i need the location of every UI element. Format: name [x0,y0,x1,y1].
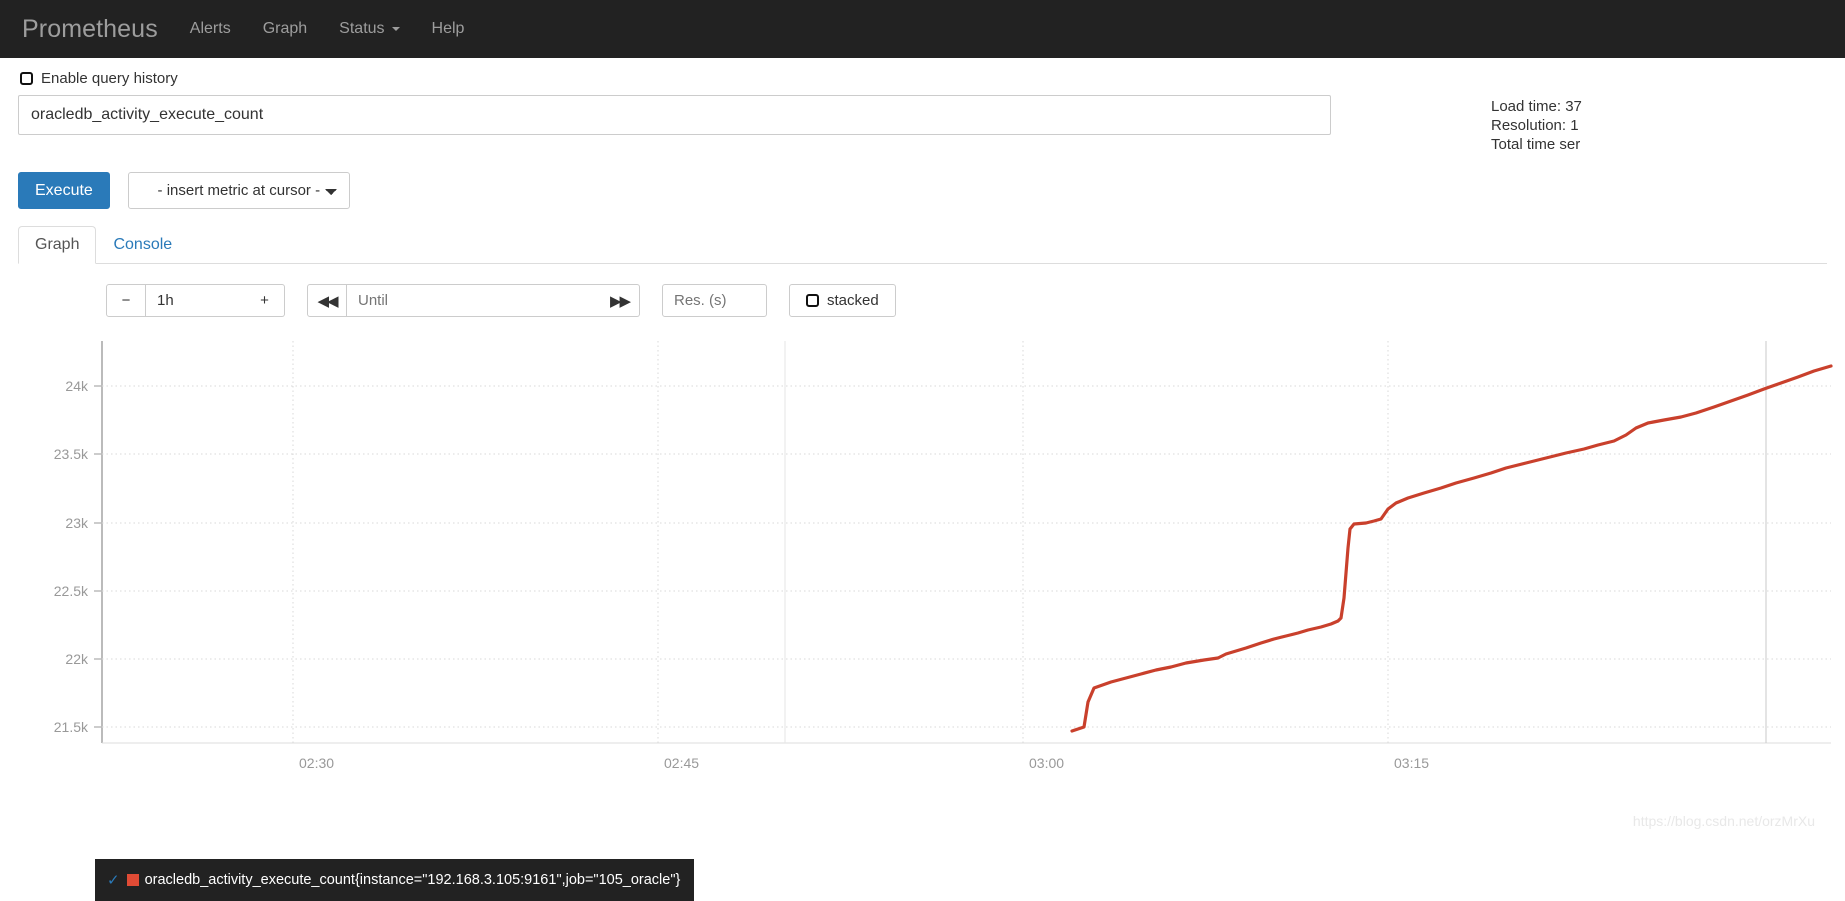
decrease-range-button[interactable]: − [106,284,146,317]
x-tick-label: 02:30 [299,755,334,771]
until-group: ◀◀ ▶▶ [307,284,640,317]
watermark-text: https://blog.csdn.net/orzMrXu [1632,813,1815,829]
nav-link-help[interactable]: Help [416,20,481,38]
tab-console[interactable]: Console [96,226,189,264]
query-stats: Load time: 37 Resolution: 1 Total time s… [1491,95,1582,154]
resolution-text: Resolution: 1 [1491,117,1579,134]
insert-metric-select[interactable]: - insert metric at cursor - [127,172,350,209]
y-tick-label: 23.5k [54,446,89,462]
tab-bar: Graph Console [18,226,1827,264]
legend-check-icon[interactable]: ✓ [107,871,120,889]
nav-link-status[interactable]: Status [323,20,415,38]
stacked-label: stacked [827,292,879,309]
legend[interactable]: ✓ oracledb_activity_execute_count{instan… [95,859,695,901]
legend-series-label: oracledb_activity_execute_count{instance… [144,872,681,888]
y-tick-label: 22k [65,651,89,667]
y-tick-label: 21.5k [54,719,89,735]
increase-range-button[interactable]: + [245,284,285,317]
enable-query-history-row[interactable]: Enable query history [18,58,1827,95]
query-expression-input[interactable] [18,95,1331,135]
series-line [1070,364,1833,733]
resolution-input[interactable] [662,284,767,317]
nav-link-help-label: Help [431,20,465,37]
load-time-text: Load time: 37 [1491,98,1582,115]
stacked-checkbox-icon[interactable] [806,294,819,307]
total-time-series-text: Total time ser [1491,136,1581,153]
y-tick-label: 23k [65,515,89,531]
brand-link[interactable]: Prometheus [18,16,174,42]
until-input[interactable] [347,284,600,317]
y-tick-label: 24k [65,378,89,394]
nav-link-graph-label: Graph [262,20,308,37]
x-axis-labels: 02:30 02:45 03:00 03:15 [299,755,1429,771]
nav-link-status-label: Status [339,20,385,37]
tab-graph[interactable]: Graph [18,226,97,264]
page-content: Enable query history Load time: 37 Resol… [0,58,1845,829]
stacked-toggle[interactable]: stacked [789,284,896,317]
nav-link-graph[interactable]: Graph [247,20,323,38]
enable-query-history-label: Enable query history [41,70,178,87]
checkbox-icon[interactable] [20,72,33,85]
execute-row: Execute - insert metric at cursor - [18,172,1827,209]
x-tick-label: 03:00 [1029,755,1064,771]
range-input[interactable] [146,284,245,317]
horizontal-gridlines [102,385,1831,728]
vertical-gridlines [292,341,1767,743]
nav-links: Alerts Graph Status Help [174,20,481,38]
graph-area: 24k 23.5k 23k 22.5k 22k 21.5k 02:30 02:4… [18,333,1833,829]
chevron-down-icon [391,27,400,31]
x-tick-label: 03:15 [1394,755,1429,771]
execute-button[interactable]: Execute [18,172,110,209]
legend-color-swatch [126,874,139,886]
range-group: − + [106,284,285,317]
x-tick-label: 02:45 [664,755,699,771]
step-forward-button[interactable]: ▶▶ [600,284,640,317]
query-row: Load time: 37 Resolution: 1 Total time s… [18,95,1827,154]
graph-controls: − + ◀◀ ▶▶ stacked [18,284,1827,317]
step-backward-button[interactable]: ◀◀ [307,284,347,317]
y-tick-label: 22.5k [54,583,89,599]
y-axis-labels: 24k 23.5k 23k 22.5k 22k 21.5k [54,378,89,735]
nav-link-alerts-label: Alerts [189,20,231,37]
nav-link-alerts[interactable]: Alerts [174,20,247,38]
time-series-chart[interactable]: 24k 23.5k 23k 22.5k 22k 21.5k 02:30 02:4… [36,333,1845,783]
navbar: Prometheus Alerts Graph Status Help [0,0,1845,58]
y-tick-marks [94,385,102,728]
